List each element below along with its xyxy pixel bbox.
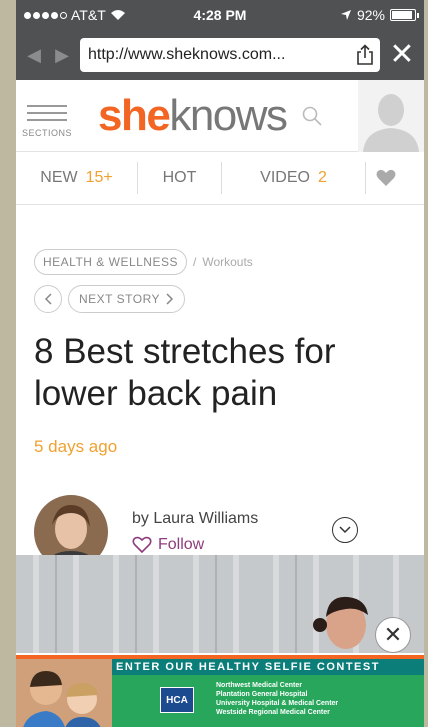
chevron-down-icon bbox=[339, 526, 351, 534]
article-title: 8 Best stretches for lower back pain bbox=[34, 332, 336, 413]
ad-photo bbox=[16, 659, 112, 727]
sheknows-logo[interactable]: sheknows bbox=[98, 93, 288, 138]
forward-icon[interactable]: ▶ bbox=[52, 45, 72, 66]
phone-screen: AT&T 4:28 PM 92% ◀ ▶ http://www.sheknows… bbox=[16, 0, 424, 727]
chevron-right-icon bbox=[166, 293, 174, 305]
battery-icon bbox=[390, 9, 419, 21]
nav-tabs: NEW 15+ HOT VIDEO 2 bbox=[16, 152, 424, 205]
carrier-label: AT&T bbox=[71, 7, 106, 23]
next-story-label: NEXT STORY bbox=[79, 292, 161, 306]
expand-author-button[interactable] bbox=[332, 517, 358, 543]
follow-button[interactable]: Follow bbox=[132, 536, 258, 554]
article: HEALTH & WELLNESS / Workouts NEXT STORY … bbox=[16, 249, 424, 577]
location-icon bbox=[340, 10, 351, 20]
chevron-left-icon bbox=[44, 293, 52, 305]
category-link[interactable]: HEALTH & WELLNESS bbox=[34, 249, 187, 275]
user-avatar[interactable] bbox=[358, 80, 424, 152]
user-silhouette-icon bbox=[363, 94, 419, 152]
story-nav: NEXT STORY bbox=[34, 285, 424, 313]
browser-toolbar: ◀ ▶ http://www.sheknows.com... ✕ bbox=[16, 30, 424, 80]
hamburger-icon bbox=[27, 100, 67, 126]
url-field[interactable]: http://www.sheknows.com... bbox=[80, 38, 380, 72]
search-icon[interactable] bbox=[301, 105, 323, 127]
ad-banner[interactable]: ENTER OUR HEALTHY SELFIE CONTEST HCA Nor… bbox=[16, 655, 424, 727]
heart-icon bbox=[376, 169, 396, 186]
ad-headline: ENTER OUR HEALTHY SELFIE CONTEST bbox=[116, 661, 380, 673]
back-icon[interactable]: ◀ bbox=[24, 45, 44, 66]
tab-video[interactable]: VIDEO 2 bbox=[222, 162, 366, 194]
breadcrumb: HEALTH & WELLNESS / Workouts bbox=[34, 249, 424, 275]
status-bar: AT&T 4:28 PM 92% bbox=[16, 0, 424, 30]
wifi-icon bbox=[110, 10, 125, 20]
share-icon[interactable] bbox=[356, 44, 374, 66]
sections-menu-button[interactable]: SECTIONS bbox=[16, 94, 78, 138]
url-text: http://www.sheknows.com... bbox=[88, 46, 286, 63]
breadcrumb-separator: / bbox=[192, 255, 197, 269]
author-byline: by Laura Williams bbox=[132, 510, 259, 527]
signal-icon bbox=[24, 11, 67, 19]
sections-label: SECTIONS bbox=[21, 127, 72, 138]
article-date: 5 days ago bbox=[34, 437, 118, 456]
battery-percent: 92% bbox=[356, 7, 385, 23]
tab-favorites[interactable] bbox=[366, 169, 406, 187]
hca-logo: HCA bbox=[160, 687, 194, 713]
tab-hot[interactable]: HOT bbox=[138, 162, 222, 194]
close-ad-button[interactable]: ✕ bbox=[375, 617, 411, 653]
tab-new[interactable]: NEW 15+ bbox=[16, 162, 138, 194]
next-story-button[interactable]: NEXT STORY bbox=[68, 285, 186, 313]
close-browser-icon[interactable]: ✕ bbox=[388, 40, 416, 70]
ad-hospital-list: Northwest Medical Center Plantation Gene… bbox=[216, 682, 339, 716]
follow-label: Follow bbox=[158, 536, 205, 553]
subcategory-link[interactable]: Workouts bbox=[202, 255, 252, 269]
prev-story-button[interactable] bbox=[34, 285, 62, 313]
site-header: SECTIONS sheknows bbox=[16, 80, 424, 152]
article-hero-image bbox=[16, 555, 424, 653]
heart-outline-icon bbox=[132, 536, 152, 554]
ad-hospital-panel: HCA Northwest Medical Center Plantation … bbox=[112, 675, 424, 727]
